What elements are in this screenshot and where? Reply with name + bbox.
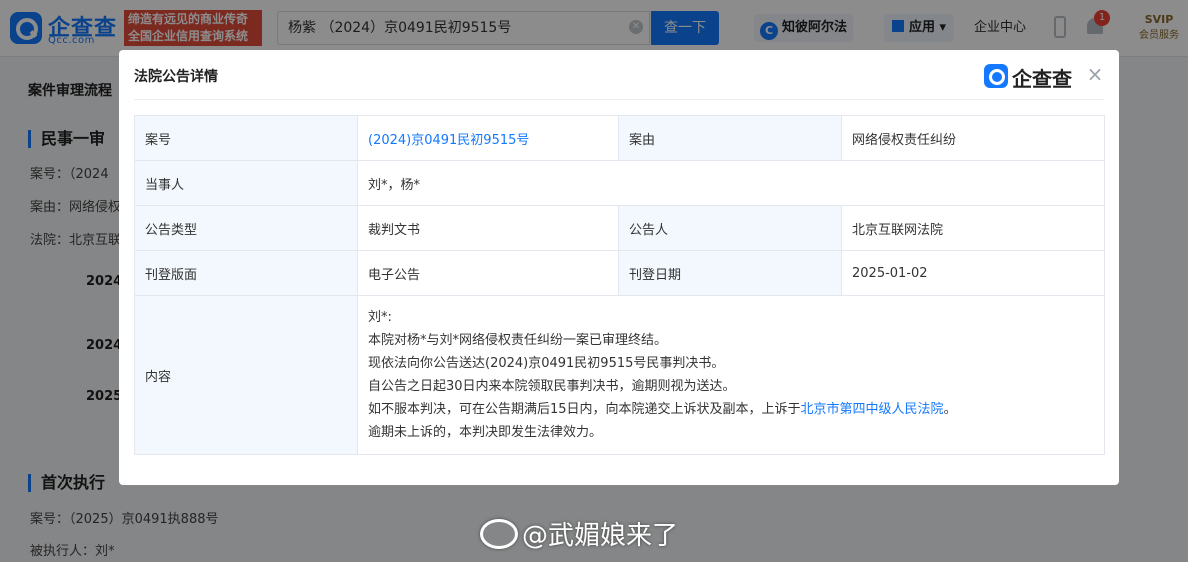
modal-title: 法院公告详情 xyxy=(134,69,218,85)
case-no-value[interactable]: (2024)京0491民初9515号 xyxy=(368,133,529,148)
table-row: 刊登版面 电子公告 刊登日期 2025-01-02 xyxy=(134,250,1105,296)
content-line: 自公告之日起30日内来本院领取民事判决书，逾期则视为送达。 xyxy=(368,379,736,394)
publish-section-value: 电子公告 xyxy=(357,250,619,296)
notice-type-value: 裁判文书 xyxy=(357,205,619,251)
case-no-link[interactable]: (2024)京0491民初9515号 xyxy=(357,115,619,161)
case-no-label: 案号 xyxy=(134,115,358,161)
content-text: 如不服本判决，可在公告期满后15日内，向本院递交上诉状及副本，上诉于 xyxy=(368,402,801,417)
appeal-court-link[interactable]: 北京市第四中级人民法院 xyxy=(801,402,944,417)
notice-type-label: 公告类型 xyxy=(134,205,358,251)
table-row: 内容 刘*: 本院对杨*与刘*网络侵权责任纠纷一案已审理终结。 现依法向你公告送… xyxy=(134,295,1105,455)
modal-logo-text: 企查查 xyxy=(1012,67,1072,91)
watermark-text: @武媚娘来了 xyxy=(522,521,679,551)
qcc-logo-icon xyxy=(984,64,1008,88)
content-text: 。 xyxy=(943,402,957,417)
party-label: 当事人 xyxy=(134,160,358,206)
content-line: 如不服本判决，可在公告期满后15日内，向本院递交上诉状及副本，上诉于北京市第四中… xyxy=(368,398,1094,421)
announcer-value: 北京互联网法院 xyxy=(841,205,1105,251)
content-line: 现依法向你公告送达(2024)京0491民初9515号民事判决书。 xyxy=(368,356,725,371)
publish-section-label: 刊登版面 xyxy=(134,250,358,296)
publish-date-label: 刊登日期 xyxy=(618,250,842,296)
content-label: 内容 xyxy=(134,295,358,455)
party-value: 刘*，杨* xyxy=(357,160,1105,206)
publish-date-value: 2025-01-02 xyxy=(841,250,1105,296)
weibo-logo-icon xyxy=(480,519,518,549)
table-row: 案号 (2024)京0491民初9515号 案由 网络侵权责任纠纷 xyxy=(134,115,1105,161)
table-row: 公告类型 裁判文书 公告人 北京互联网法院 xyxy=(134,205,1105,251)
content-line: 本院对杨*与刘*网络侵权责任纠纷一案已审理终结。 xyxy=(368,333,668,348)
content-line: 逾期未上诉的，本判决即发生法律效力。 xyxy=(368,425,603,440)
cause-value: 网络侵权责任纠纷 xyxy=(841,115,1105,161)
content-value: 刘*: 本院对杨*与刘*网络侵权责任纠纷一案已审理终结。 现依法向你公告送达(2… xyxy=(357,295,1105,455)
divider xyxy=(134,99,1104,100)
court-notice-modal: 法院公告详情 企查查 × 案号 (2024)京0491民初9515号 案由 网络… xyxy=(119,50,1119,485)
close-icon[interactable]: × xyxy=(1085,64,1105,84)
cause-label: 案由 xyxy=(618,115,842,161)
weibo-watermark: @武媚娘来了 xyxy=(480,515,678,552)
announcer-label: 公告人 xyxy=(618,205,842,251)
content-line: 刘*: xyxy=(368,310,392,325)
notice-detail-table: 案号 (2024)京0491民初9515号 案由 网络侵权责任纠纷 当事人 刘*… xyxy=(134,115,1105,455)
table-row: 当事人 刘*，杨* xyxy=(134,160,1105,206)
